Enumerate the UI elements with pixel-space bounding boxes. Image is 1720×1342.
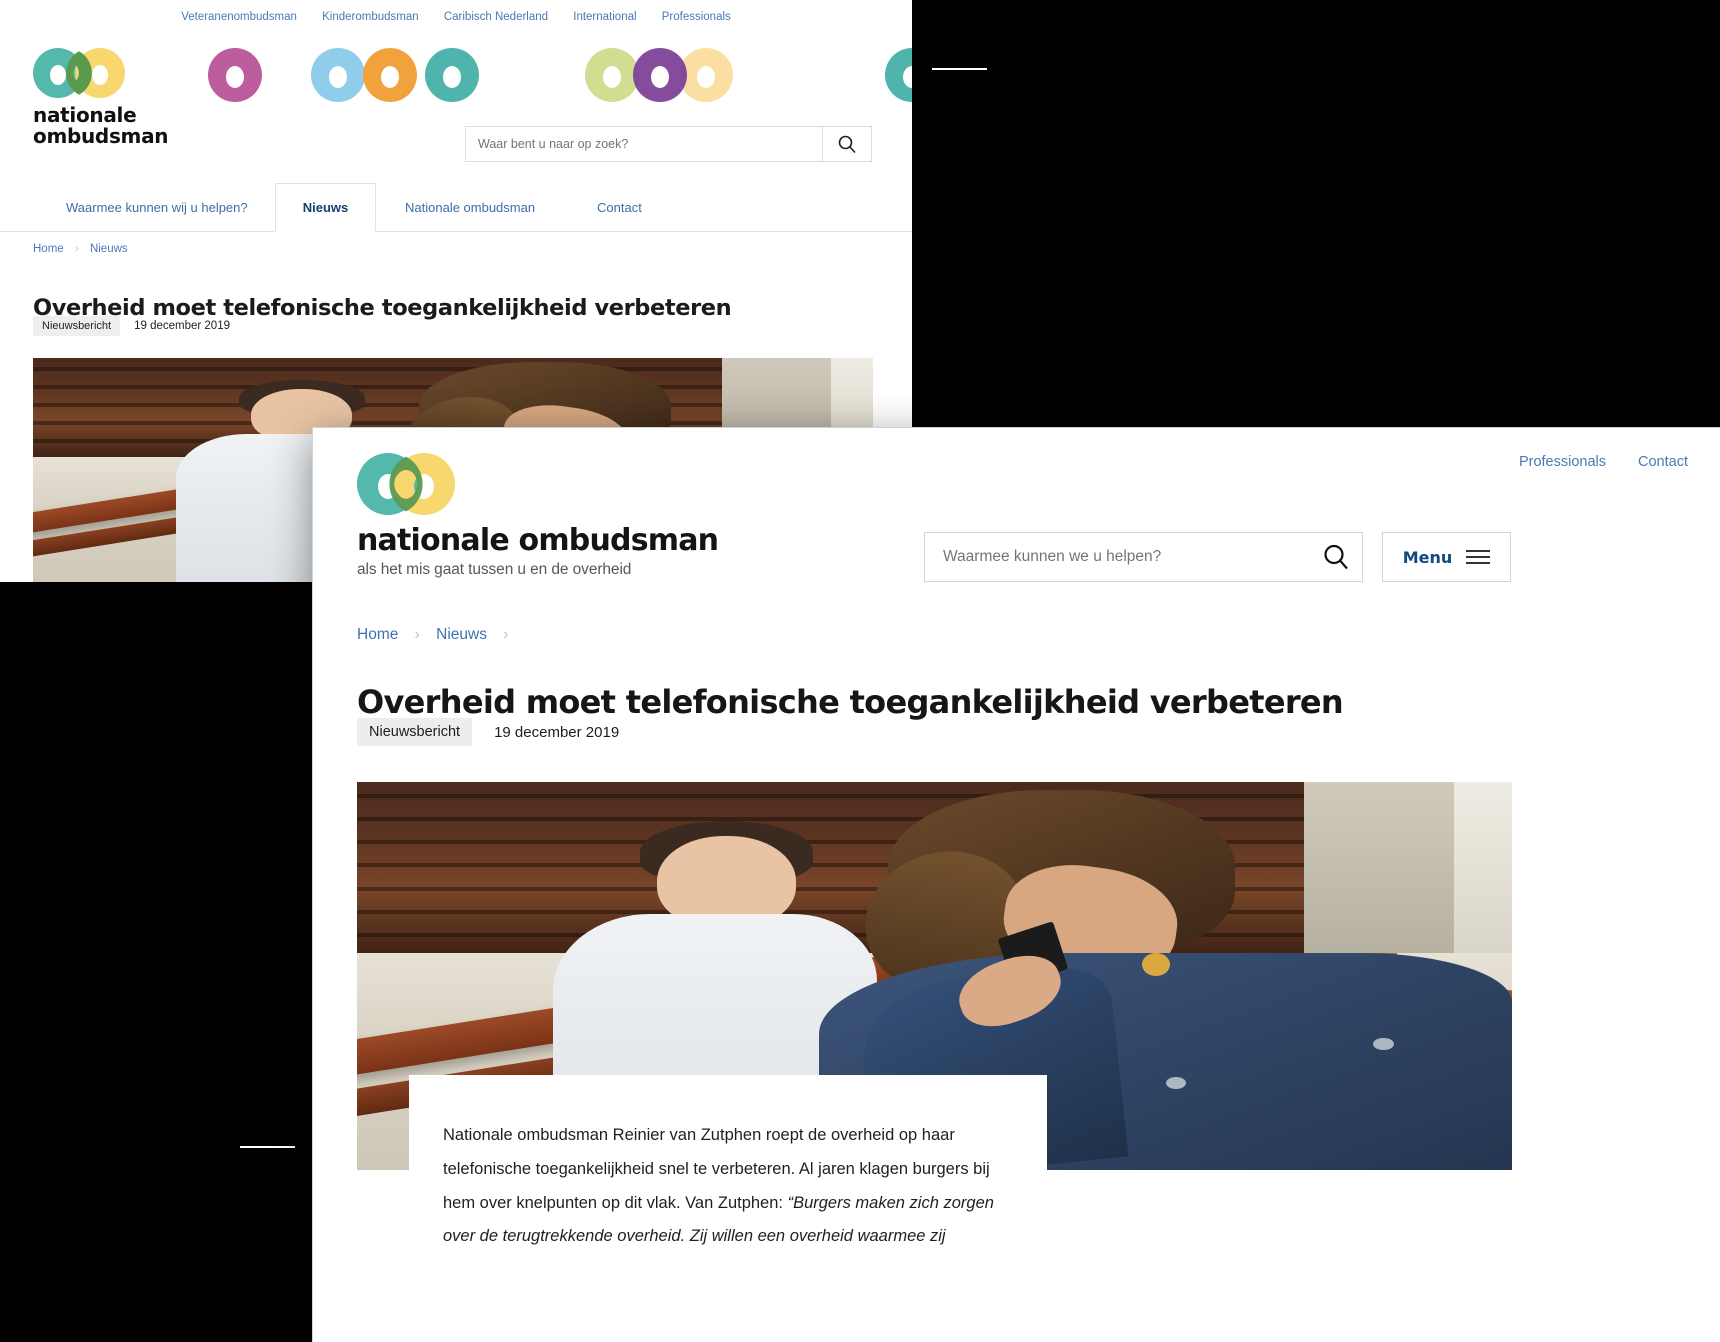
desktop-article-date: 19 december 2019 xyxy=(134,320,230,332)
logo-word-line1: nationale xyxy=(33,103,137,127)
desktop-search-button[interactable] xyxy=(822,126,872,162)
mobile-article-meta: Nieuwsbericht 19 december 2019 xyxy=(357,718,619,746)
desktop-breadcrumb: Home › Nieuws xyxy=(33,243,128,255)
mobile-search[interactable] xyxy=(924,532,1363,582)
desktop-tick-mark-top xyxy=(932,68,987,70)
mobile-menu-button[interactable]: Menu xyxy=(1382,532,1511,582)
hamburger-icon xyxy=(1466,550,1491,564)
mobile-article-badge: Nieuwsbericht xyxy=(357,718,473,746)
mobile-top-link-professionals[interactable]: Professionals xyxy=(1519,454,1606,470)
mobile-logo-wordmark: nationale ombudsman xyxy=(357,523,719,558)
desktop-search-input[interactable] xyxy=(465,126,822,162)
tab-nationale-ombudsman[interactable]: Nationale ombudsman xyxy=(383,183,557,231)
mobile-breadcrumb: Home › Nieuws › xyxy=(357,626,520,644)
search-icon xyxy=(1324,544,1348,570)
desktop-top-links: Veteranenombudsman Kinderombudsman Carib… xyxy=(0,11,912,23)
mobile-top-link-contact[interactable]: Contact xyxy=(1638,454,1688,470)
desktop-article-meta: Nieuwsbericht 19 december 2019 xyxy=(33,316,230,336)
tab-nieuws[interactable]: Nieuws xyxy=(275,183,376,232)
desktop-logo[interactable]: nationale ombudsman xyxy=(33,48,169,149)
top-link-international[interactable]: International xyxy=(573,11,636,23)
breadcrumb-home[interactable]: Home xyxy=(33,243,64,255)
breadcrumb-nieuws[interactable]: Nieuws xyxy=(436,626,487,643)
mobile-search-button[interactable] xyxy=(1310,542,1362,572)
breadcrumb-home[interactable]: Home xyxy=(357,626,398,643)
top-link-veteranenombudsman[interactable]: Veteranenombudsman xyxy=(181,11,297,23)
top-link-kinderombudsman[interactable]: Kinderombudsman xyxy=(322,11,419,23)
breadcrumb-separator-icon-2: › xyxy=(503,626,509,643)
mobile-article-intro-card: Nationale ombudsman Reinier van Zutphen … xyxy=(409,1075,1047,1255)
mobile-menu-label: Menu xyxy=(1402,547,1453,567)
top-link-caribisch-nederland[interactable]: Caribisch Nederland xyxy=(444,11,548,23)
mobile-search-input[interactable] xyxy=(925,548,1310,566)
tab-contact[interactable]: Contact xyxy=(575,183,664,231)
desktop-nav-tabs: Waarmee kunnen wij u helpen? Nieuws Nati… xyxy=(0,183,912,232)
desktop-article-badge: Nieuwsbericht xyxy=(33,316,121,336)
ombudsman-rings-logo-icon xyxy=(357,453,455,515)
mobile-article-date: 19 december 2019 xyxy=(494,723,620,741)
mobile-article-title: Overheid moet telefonische toegankelijkh… xyxy=(357,683,1344,722)
desktop-background-top-right xyxy=(912,0,1720,428)
search-icon xyxy=(838,135,856,154)
mobile-top-links: Professionals Contact xyxy=(1491,454,1688,470)
desktop-background-bottom-left xyxy=(0,582,313,1342)
desktop-tick-mark-bottom xyxy=(240,1146,295,1148)
desktop-logo-wordmark: nationale ombudsman xyxy=(33,103,169,149)
mobile-logo[interactable]: nationale ombudsman als het mis gaat tus… xyxy=(357,453,719,579)
logo-word-line2: ombudsman xyxy=(33,124,169,149)
tab-waarmee-kunnen-wij-u-helpen[interactable]: Waarmee kunnen wij u helpen? xyxy=(44,183,270,231)
desktop-search[interactable] xyxy=(465,126,872,162)
breadcrumb-separator-icon: › xyxy=(74,243,79,255)
breadcrumb-nieuws[interactable]: Nieuws xyxy=(90,243,128,255)
mobile-logo-tagline: als het mis gaat tussen u en de overheid xyxy=(357,561,632,578)
breadcrumb-separator-icon: › xyxy=(414,626,420,643)
mobile-site-window: Professionals Contact nationale ombudsma… xyxy=(313,428,1720,1342)
mobile-article-intro: Nationale ombudsman Reinier van Zutphen … xyxy=(443,1119,1005,1254)
ombudsman-rings-logo-icon xyxy=(33,48,125,98)
top-link-professionals[interactable]: Professionals xyxy=(662,11,731,23)
